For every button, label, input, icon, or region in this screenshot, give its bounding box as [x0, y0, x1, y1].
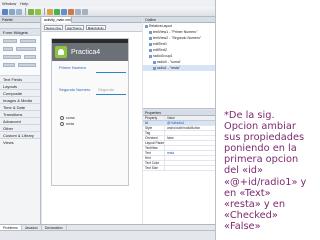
- menu-help[interactable]: Help: [20, 0, 28, 7]
- value-column-header: Value: [167, 116, 175, 120]
- second-number-field[interactable]: [96, 94, 126, 95]
- layout-editor: activity_main.xml Nexus One AppTheme Mai…: [42, 17, 142, 224]
- palette-section-custom[interactable]: Custom & Library Views: [0, 132, 40, 145]
- avd-manager-icon[interactable]: [35, 8, 41, 15]
- palette-section-advanced[interactable]: Advanced: [0, 118, 40, 125]
- tab-javadoc[interactable]: Javadoc: [22, 225, 42, 230]
- instruction-note: *De la sig. Opcion ambiar sus propiedade…: [224, 110, 318, 232]
- note-line: «@+id/radio1» y: [224, 176, 307, 188]
- note-line: «resta» y en: [224, 198, 286, 210]
- palette-widget[interactable]: [3, 47, 13, 51]
- outline-row-selected[interactable]: radio1 - "resta": [143, 65, 215, 71]
- first-number-field[interactable]: [96, 72, 126, 73]
- note-line: primera opcion: [224, 154, 299, 166]
- radio-resta[interactable]: resta: [60, 121, 75, 126]
- android-app-icon: [55, 46, 67, 58]
- note-line: del «id»: [224, 165, 264, 177]
- open-folder-icon[interactable]: [47, 8, 53, 15]
- save-icon[interactable]: [9, 8, 15, 15]
- palette-widget[interactable]: [3, 55, 21, 59]
- main-toolbar: [0, 7, 215, 17]
- back-icon[interactable]: [75, 8, 81, 15]
- radio-group: suma resta: [60, 115, 75, 127]
- new-icon[interactable]: [2, 8, 8, 15]
- property-row-text-size[interactable]: Text Size: [143, 166, 215, 171]
- radiogroup-icon: [149, 54, 152, 58]
- edittext-icon: [149, 48, 152, 52]
- textview-icon: [149, 30, 152, 34]
- second-number-label[interactable]: Segundo Numero: [59, 87, 90, 93]
- device-select[interactable]: Nexus One: [44, 24, 64, 30]
- tab-declaration[interactable]: Declaration: [42, 225, 67, 230]
- activity-select[interactable]: MainActivity: [85, 24, 106, 30]
- edittext-icon: [149, 42, 152, 46]
- radio-suma-label: suma: [66, 115, 75, 120]
- bottom-tab-strip: Problems Javadoc Declaration: [0, 225, 215, 231]
- palette-section-composite[interactable]: Composite: [0, 90, 40, 97]
- note-line: en «Text»: [224, 187, 271, 199]
- note-line: *De la sig.: [224, 110, 275, 121]
- outline-panel: Outline RelativeLayout textView1 - "Prim…: [143, 17, 215, 109]
- radiobutton-icon: [153, 66, 156, 70]
- palette-section-images-media[interactable]: Images & Media: [0, 97, 40, 104]
- palette-widget-grid: [0, 36, 40, 76]
- first-number-label[interactable]: Primer Numero: [59, 65, 86, 71]
- palette-section-other[interactable]: Other: [0, 125, 40, 132]
- menu-window[interactable]: Window: [2, 0, 16, 7]
- note-line: «False»: [224, 220, 261, 232]
- palette-widget[interactable]: [16, 47, 36, 51]
- editor-toolbar: Nexus One AppTheme MainActivity: [42, 23, 142, 32]
- phone-preview: Practica4 Primer Numero Segundo Numero S…: [51, 38, 129, 186]
- radio-suma[interactable]: suma: [60, 115, 75, 120]
- textview-icon: [149, 36, 152, 40]
- phone-action-bar: Practica4: [52, 43, 128, 61]
- note-line: sus propiedades: [224, 132, 305, 144]
- toolbar-divider: [44, 8, 45, 15]
- palette-section-form-widgets[interactable]: Form Widgets: [0, 29, 40, 36]
- palette-widget[interactable]: [24, 55, 36, 59]
- second-number-hint[interactable]: Segundo: [98, 87, 114, 93]
- ide-screenshot: Window Help Palette Form Widgets Text Fi…: [0, 0, 216, 240]
- palette-widget[interactable]: [3, 63, 15, 67]
- palette-section-layouts[interactable]: Layouts: [0, 83, 40, 90]
- first-number-row: Primer Numero: [52, 65, 128, 83]
- menu-bar: Window Help: [0, 0, 215, 7]
- properties-panel: Properties Property Value Id @+id/radio1 …: [143, 110, 215, 224]
- radio-circle-icon: [60, 115, 64, 120]
- note-line: Opcion ambiar: [224, 121, 296, 133]
- palette-widget[interactable]: [3, 39, 17, 43]
- print-icon[interactable]: [16, 8, 22, 15]
- android-sdk-icon[interactable]: [28, 8, 34, 15]
- palette-panel: Palette Form Widgets Text Fields Layouts…: [0, 17, 41, 231]
- radio-resta-label: resta: [66, 121, 74, 126]
- palette-widget[interactable]: [18, 63, 36, 67]
- bottom-panel: Problems Javadoc Declaration: [0, 224, 215, 240]
- second-number-row: Segundo Numero Segundo: [52, 87, 128, 105]
- note-line: poniendo en la: [224, 143, 297, 155]
- palette-section-time-date[interactable]: Time & Date: [0, 104, 40, 111]
- palette-section-text-fields[interactable]: Text Fields: [0, 76, 40, 83]
- search-icon[interactable]: [68, 8, 74, 15]
- tab-problems[interactable]: Problems: [0, 225, 22, 230]
- app-title: Practica4: [71, 48, 101, 56]
- forward-icon[interactable]: [82, 8, 88, 15]
- radio-circle-icon: [60, 121, 64, 126]
- palette-widget[interactable]: [20, 39, 36, 43]
- layout-icon: [145, 24, 148, 28]
- palette-section-transitions[interactable]: Transitions: [0, 111, 40, 118]
- debug-icon[interactable]: [61, 8, 67, 15]
- run-icon[interactable]: [54, 8, 60, 15]
- design-canvas[interactable]: Practica4 Primer Numero Segundo Numero S…: [42, 32, 142, 224]
- property-column-header: Property: [143, 116, 165, 120]
- note-line: «Checked»: [224, 209, 278, 221]
- theme-select[interactable]: AppTheme: [65, 24, 84, 30]
- radiobutton-icon: [153, 60, 156, 64]
- toolbar-divider: [25, 8, 26, 15]
